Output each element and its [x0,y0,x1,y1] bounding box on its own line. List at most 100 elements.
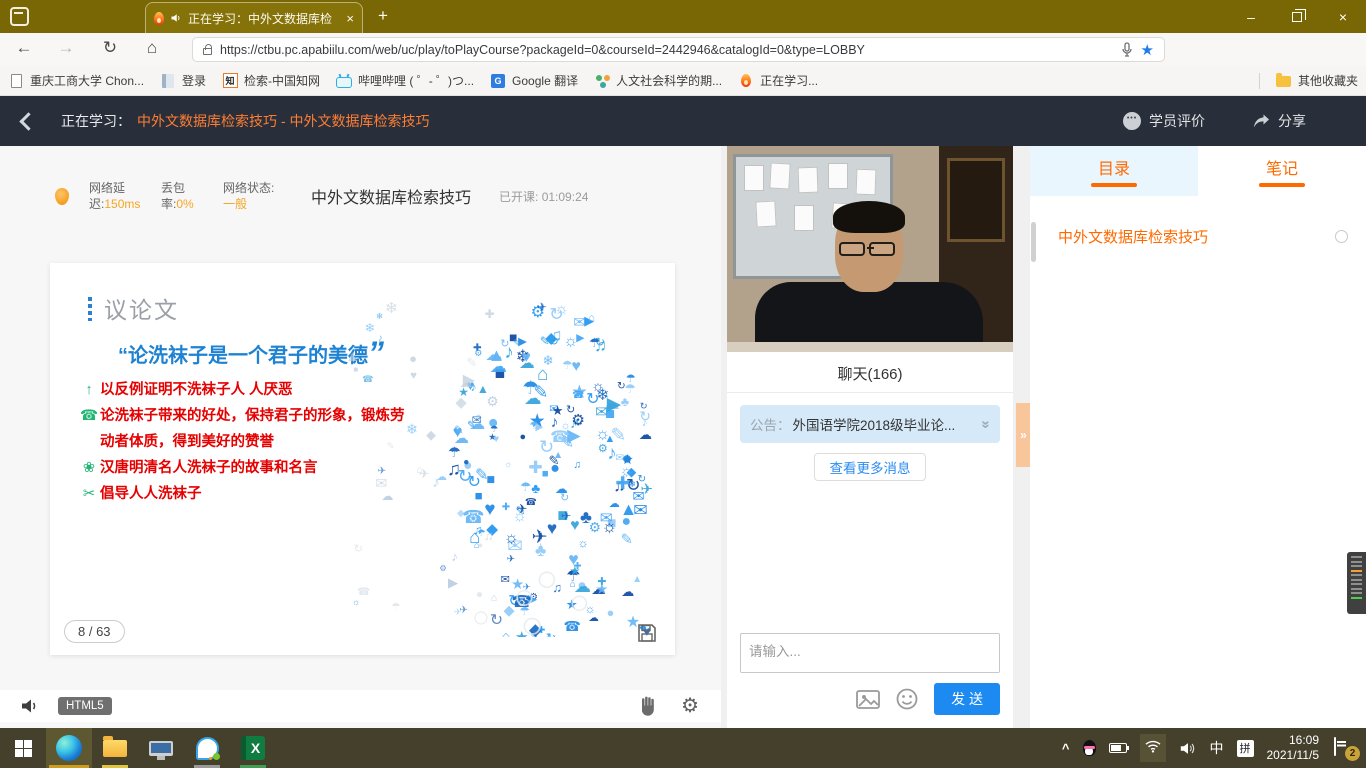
tray-expand-icon[interactable]: ^ [1062,741,1070,756]
instructor-hair [833,201,905,233]
collage-glyph: ★ [595,583,608,598]
collage-glyph: ✎ [387,442,395,452]
url-text[interactable]: https://ctbu.pc.apabiilu.com/web/uc/play… [220,43,1113,57]
raise-hand-icon[interactable] [639,696,657,716]
collage-glyph: ✎ [466,356,477,369]
chevron-down-icon[interactable]: » [977,420,994,428]
slide-page-indicator: 8 / 63 [64,620,125,643]
instructor-video[interactable] [727,146,1013,352]
bookmark-item[interactable]: 人文社会科学的期... [594,72,722,89]
forward-button[interactable]: → [54,38,78,58]
slide-canvas[interactable]: 议论文 “论洗袜子是一个君子的美德” ↑以反例证明不洗袜子人 人厌恶☎论洗袜子带… [50,263,675,655]
tab-actions-icon[interactable] [10,7,29,26]
tab-underline [1259,183,1305,187]
minimap-widget[interactable] [1347,552,1366,614]
share-button[interactable]: 分享 [1253,111,1306,131]
window-restore-button[interactable] [1274,0,1320,33]
collage-glyph: ✎ [621,533,633,548]
image-upload-icon[interactable] [856,690,880,709]
load-more-messages-button[interactable]: 查看更多消息 [814,453,926,481]
qq-tray-icon[interactable] [1083,740,1096,756]
bookmark-item[interactable]: 哔哩哔哩 ( ゜- ゜)つ... [336,72,474,89]
bookmark-item[interactable]: 重庆工商大学 Chon... [8,72,144,89]
start-button[interactable] [0,728,46,768]
collage-glyph: ☁ [469,417,485,433]
bookmark-item[interactable]: 正在学习... [738,72,818,89]
bookmark-item[interactable]: 检索-中国知网 [222,72,320,89]
collage-glyph: ✚ [485,309,495,321]
bullet-green-icon: ✂ [78,481,100,507]
collage-glyph: ■ [542,469,549,480]
emoji-icon[interactable] [896,688,918,710]
taskbar-edge-icon[interactable] [46,728,92,768]
bookmark-star-icon[interactable]: ★ [1141,41,1154,59]
taskbar-computer-icon[interactable] [138,728,184,768]
taskbar-clock[interactable]: 16:092021/11/5 [1267,733,1320,763]
wifi-icon[interactable] [1140,734,1166,762]
other-bookmarks-button[interactable]: 其他收藏夹 [1276,72,1358,89]
collage-glyph: ✎ [454,425,464,437]
browser-tab[interactable]: 正在学习：中外文数据库检 × [145,2,363,33]
collage-glyph: ✉ [501,575,510,586]
taskbar-chat-app-icon[interactable] [184,728,230,768]
refresh-button[interactable]: ↻ [98,38,122,58]
back-button[interactable]: ← [12,38,36,58]
tab-audio-icon[interactable] [170,12,182,24]
page-icon [11,74,22,88]
chat-input[interactable] [740,633,1000,673]
ime-pinyin-indicator[interactable]: 拼 [1237,740,1254,757]
now-learning-label: 正在学习： [61,111,131,131]
save-slide-icon[interactable] [637,623,657,643]
network-status-stat: 网络状态: 一般 [223,180,285,212]
scrollbar-thumb[interactable] [1031,222,1036,262]
collage-glyph: ■ [486,473,495,487]
collage-glyph: ☁ [460,377,473,390]
tab-notes[interactable]: 笔记 [1198,146,1366,196]
desk [727,342,1013,352]
notification-badge: 2 [1345,746,1360,761]
collage-glyph: ☂ [522,379,539,398]
flame-icon [741,74,751,87]
catalog-item[interactable]: 中外文数据库检索技巧 [1058,226,1348,247]
back-chevron-icon[interactable] [19,112,37,130]
ime-language-indicator[interactable]: 中 [1210,738,1224,758]
send-button[interactable]: 发 送 [934,683,1000,715]
collage-glyph: ♪ [538,541,543,550]
collage-glyph: ◆ [457,509,465,519]
tab-catalog[interactable]: 目录 [1030,146,1198,196]
collage-glyph: ☼ [504,459,513,468]
collage-glyph: ↻ [560,493,569,504]
tab-close-icon[interactable]: × [346,11,354,26]
collage-glyph: ☼ [577,537,588,549]
course-header: 正在学习： 中外文数据库检索技巧 - 中外文数据库检索技巧 学员评价 分享 [0,96,1366,146]
taskbar-explorer-icon[interactable] [92,728,138,768]
window-close-button[interactable]: × [1320,0,1366,33]
microphone-icon[interactable] [1121,42,1133,58]
home-button[interactable]: ⌂ [140,38,164,58]
volume-icon[interactable] [20,697,40,715]
bookmark-item[interactable]: Google 翻译 [490,72,578,89]
window-minimize-button[interactable]: – [1228,0,1274,33]
action-center-icon[interactable]: 2 [1334,738,1356,758]
battery-icon[interactable] [1109,743,1127,753]
collage-glyph: ↻ [457,468,472,486]
collage-glyph: ☼ [602,518,618,535]
tray-volume-icon[interactable] [1179,741,1197,756]
collapse-handle[interactable]: » [1016,403,1031,467]
announcement-bar[interactable]: 公告： 外国语学院2018级毕业论... » [740,405,1000,443]
new-tab-button[interactable]: + [378,6,388,26]
settings-gear-icon[interactable]: ⚙ [681,696,699,716]
bookmark-item[interactable]: 登录 [160,72,206,89]
instructor-glasses [839,242,901,256]
student-evaluate-button[interactable]: 学员评价 [1123,111,1205,131]
collage-glyph: ■ [475,489,483,502]
taskbar-excel-icon[interactable]: X [230,728,276,768]
address-bar[interactable]: https://ctbu.pc.apabiilu.com/web/uc/play… [192,37,1165,62]
course-breadcrumb[interactable]: 中外文数据库检索技巧 - 中外文数据库检索技巧 [137,111,429,131]
network-badge-icon [55,188,69,205]
announcement-text: 外国语学院2018级毕业论... [793,414,980,434]
player-column: 网络延迟:150ms 丢包率:0% 网络状态: 一般 中外文数据库检索技巧 已开… [0,146,721,728]
system-tray: ^ 中 拼 16:092021/11/5 2 [1062,733,1366,763]
packet-loss-stat: 丢包率:0% [161,180,203,212]
collage-glyph: ✚ [528,459,542,476]
